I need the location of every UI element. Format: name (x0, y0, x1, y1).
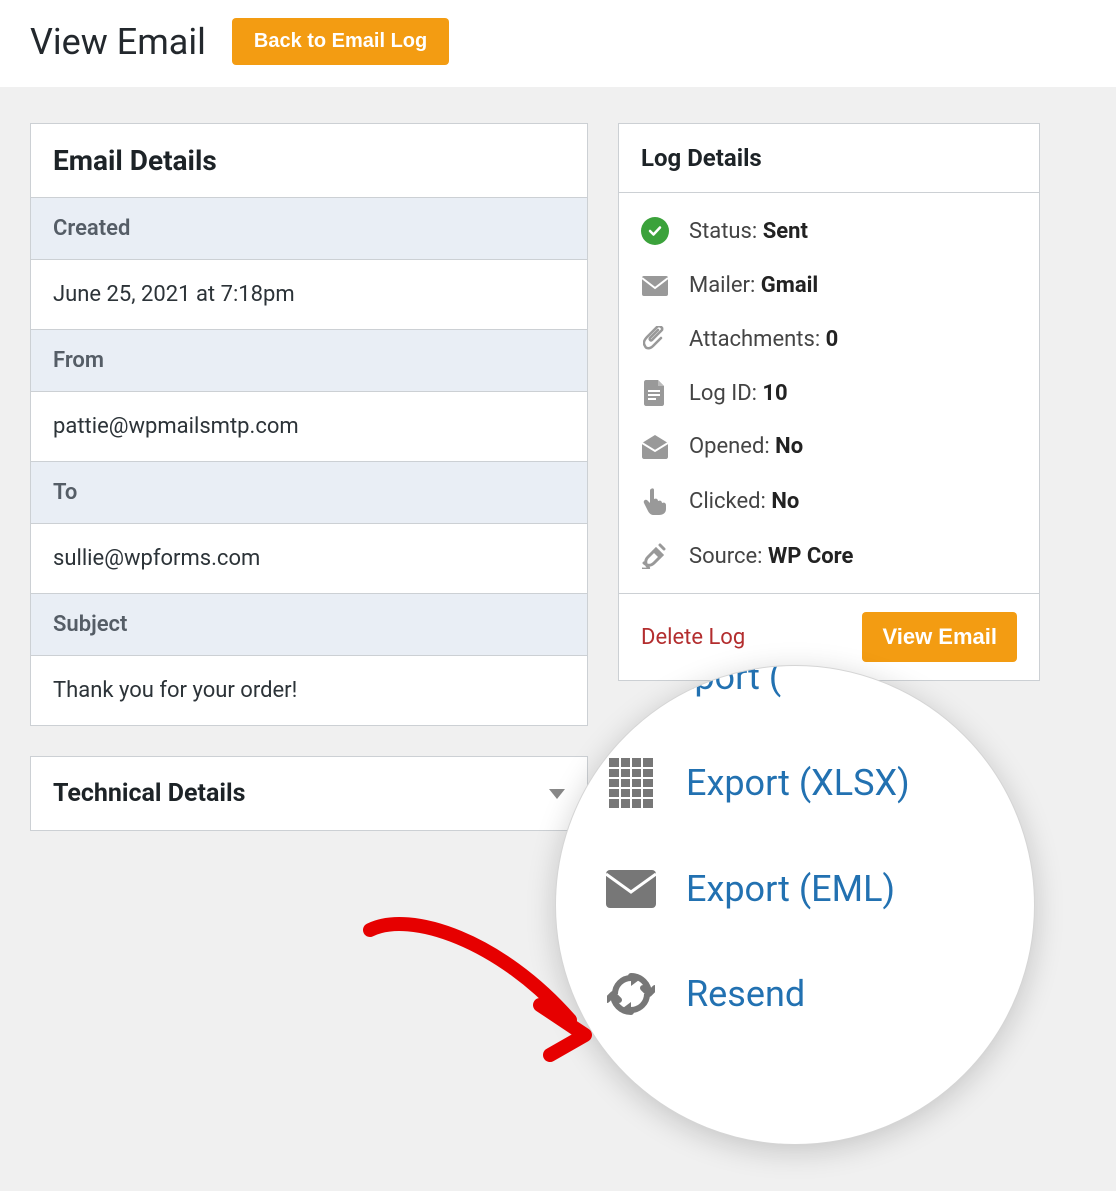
logid-value: 10 (762, 381, 787, 406)
check-circle-icon (641, 217, 669, 245)
opened-label: Opened: (689, 434, 775, 459)
from-value: pattie@wpmailsmtp.com (31, 392, 587, 462)
page-title: View Email (30, 21, 206, 63)
source-value: WP Core (768, 544, 853, 569)
clicked-value: No (771, 489, 799, 514)
log-id-row: Log ID: 10 (619, 366, 1039, 420)
log-attachments-row: Attachments: 0 (619, 312, 1039, 366)
to-value: sullie@wpforms.com (31, 524, 587, 594)
log-details-card: Log Details Status: Sent Mailer: Gmail A… (618, 123, 1040, 681)
export-csv-link[interactable]: Export ( (586, 665, 1014, 728)
log-opened-row: Opened: No (619, 420, 1039, 473)
pointer-icon (641, 487, 669, 515)
plug-icon (641, 543, 669, 569)
log-source-row: Source: WP Core (619, 529, 1039, 583)
export-xlsx-link[interactable]: Export (XLSX) (586, 728, 1014, 838)
technical-details-toggle[interactable]: Technical Details (31, 757, 587, 830)
chevron-down-icon (549, 789, 565, 799)
attachments-value: 0 (826, 327, 839, 352)
status-value: Sent (763, 219, 808, 244)
technical-details-title: Technical Details (53, 779, 245, 808)
envelope-icon (641, 276, 669, 296)
attachments-label: Attachments: (689, 327, 826, 352)
clicked-label: Clicked: (689, 489, 771, 514)
page-header: View Email Back to Email Log (0, 0, 1116, 87)
refresh-icon (606, 970, 656, 1018)
delete-log-link[interactable]: Delete Log (641, 625, 745, 650)
resend-link[interactable]: Resend (586, 940, 1014, 1048)
envelope-open-icon (641, 435, 669, 459)
source-label: Source: (689, 544, 768, 569)
created-label: Created (31, 198, 587, 260)
subject-label: Subject (31, 594, 587, 656)
created-value: June 25, 2021 at 7:18pm (31, 260, 587, 330)
status-label: Status: (689, 219, 763, 244)
view-email-button[interactable]: View Email (862, 612, 1017, 662)
export-eml-link[interactable]: Export (EML) (586, 838, 1014, 940)
log-details-title: Log Details (619, 124, 1039, 193)
email-details-title: Email Details (31, 124, 587, 198)
technical-details-card: Technical Details (30, 756, 588, 831)
mailer-value: Gmail (761, 273, 818, 298)
paperclip-icon (641, 326, 669, 352)
envelope-icon (606, 870, 656, 908)
log-status-row: Status: Sent (619, 203, 1039, 259)
opened-value: No (775, 434, 803, 459)
from-label: From (31, 330, 587, 392)
back-to-email-log-button[interactable]: Back to Email Log (232, 18, 449, 65)
zoom-lens-callout: Export ( Export (XLSX) Export (EML) Rese… (555, 665, 1035, 1145)
logid-label: Log ID: (689, 381, 762, 406)
log-mailer-row: Mailer: Gmail (619, 259, 1039, 312)
log-clicked-row: Clicked: No (619, 473, 1039, 529)
spreadsheet-icon (606, 758, 656, 808)
mailer-label: Mailer: (689, 273, 761, 298)
file-icon (641, 380, 669, 406)
email-details-card: Email Details Created June 25, 2021 at 7… (30, 123, 588, 726)
subject-value: Thank you for your order! (31, 656, 587, 725)
to-label: To (31, 462, 587, 524)
